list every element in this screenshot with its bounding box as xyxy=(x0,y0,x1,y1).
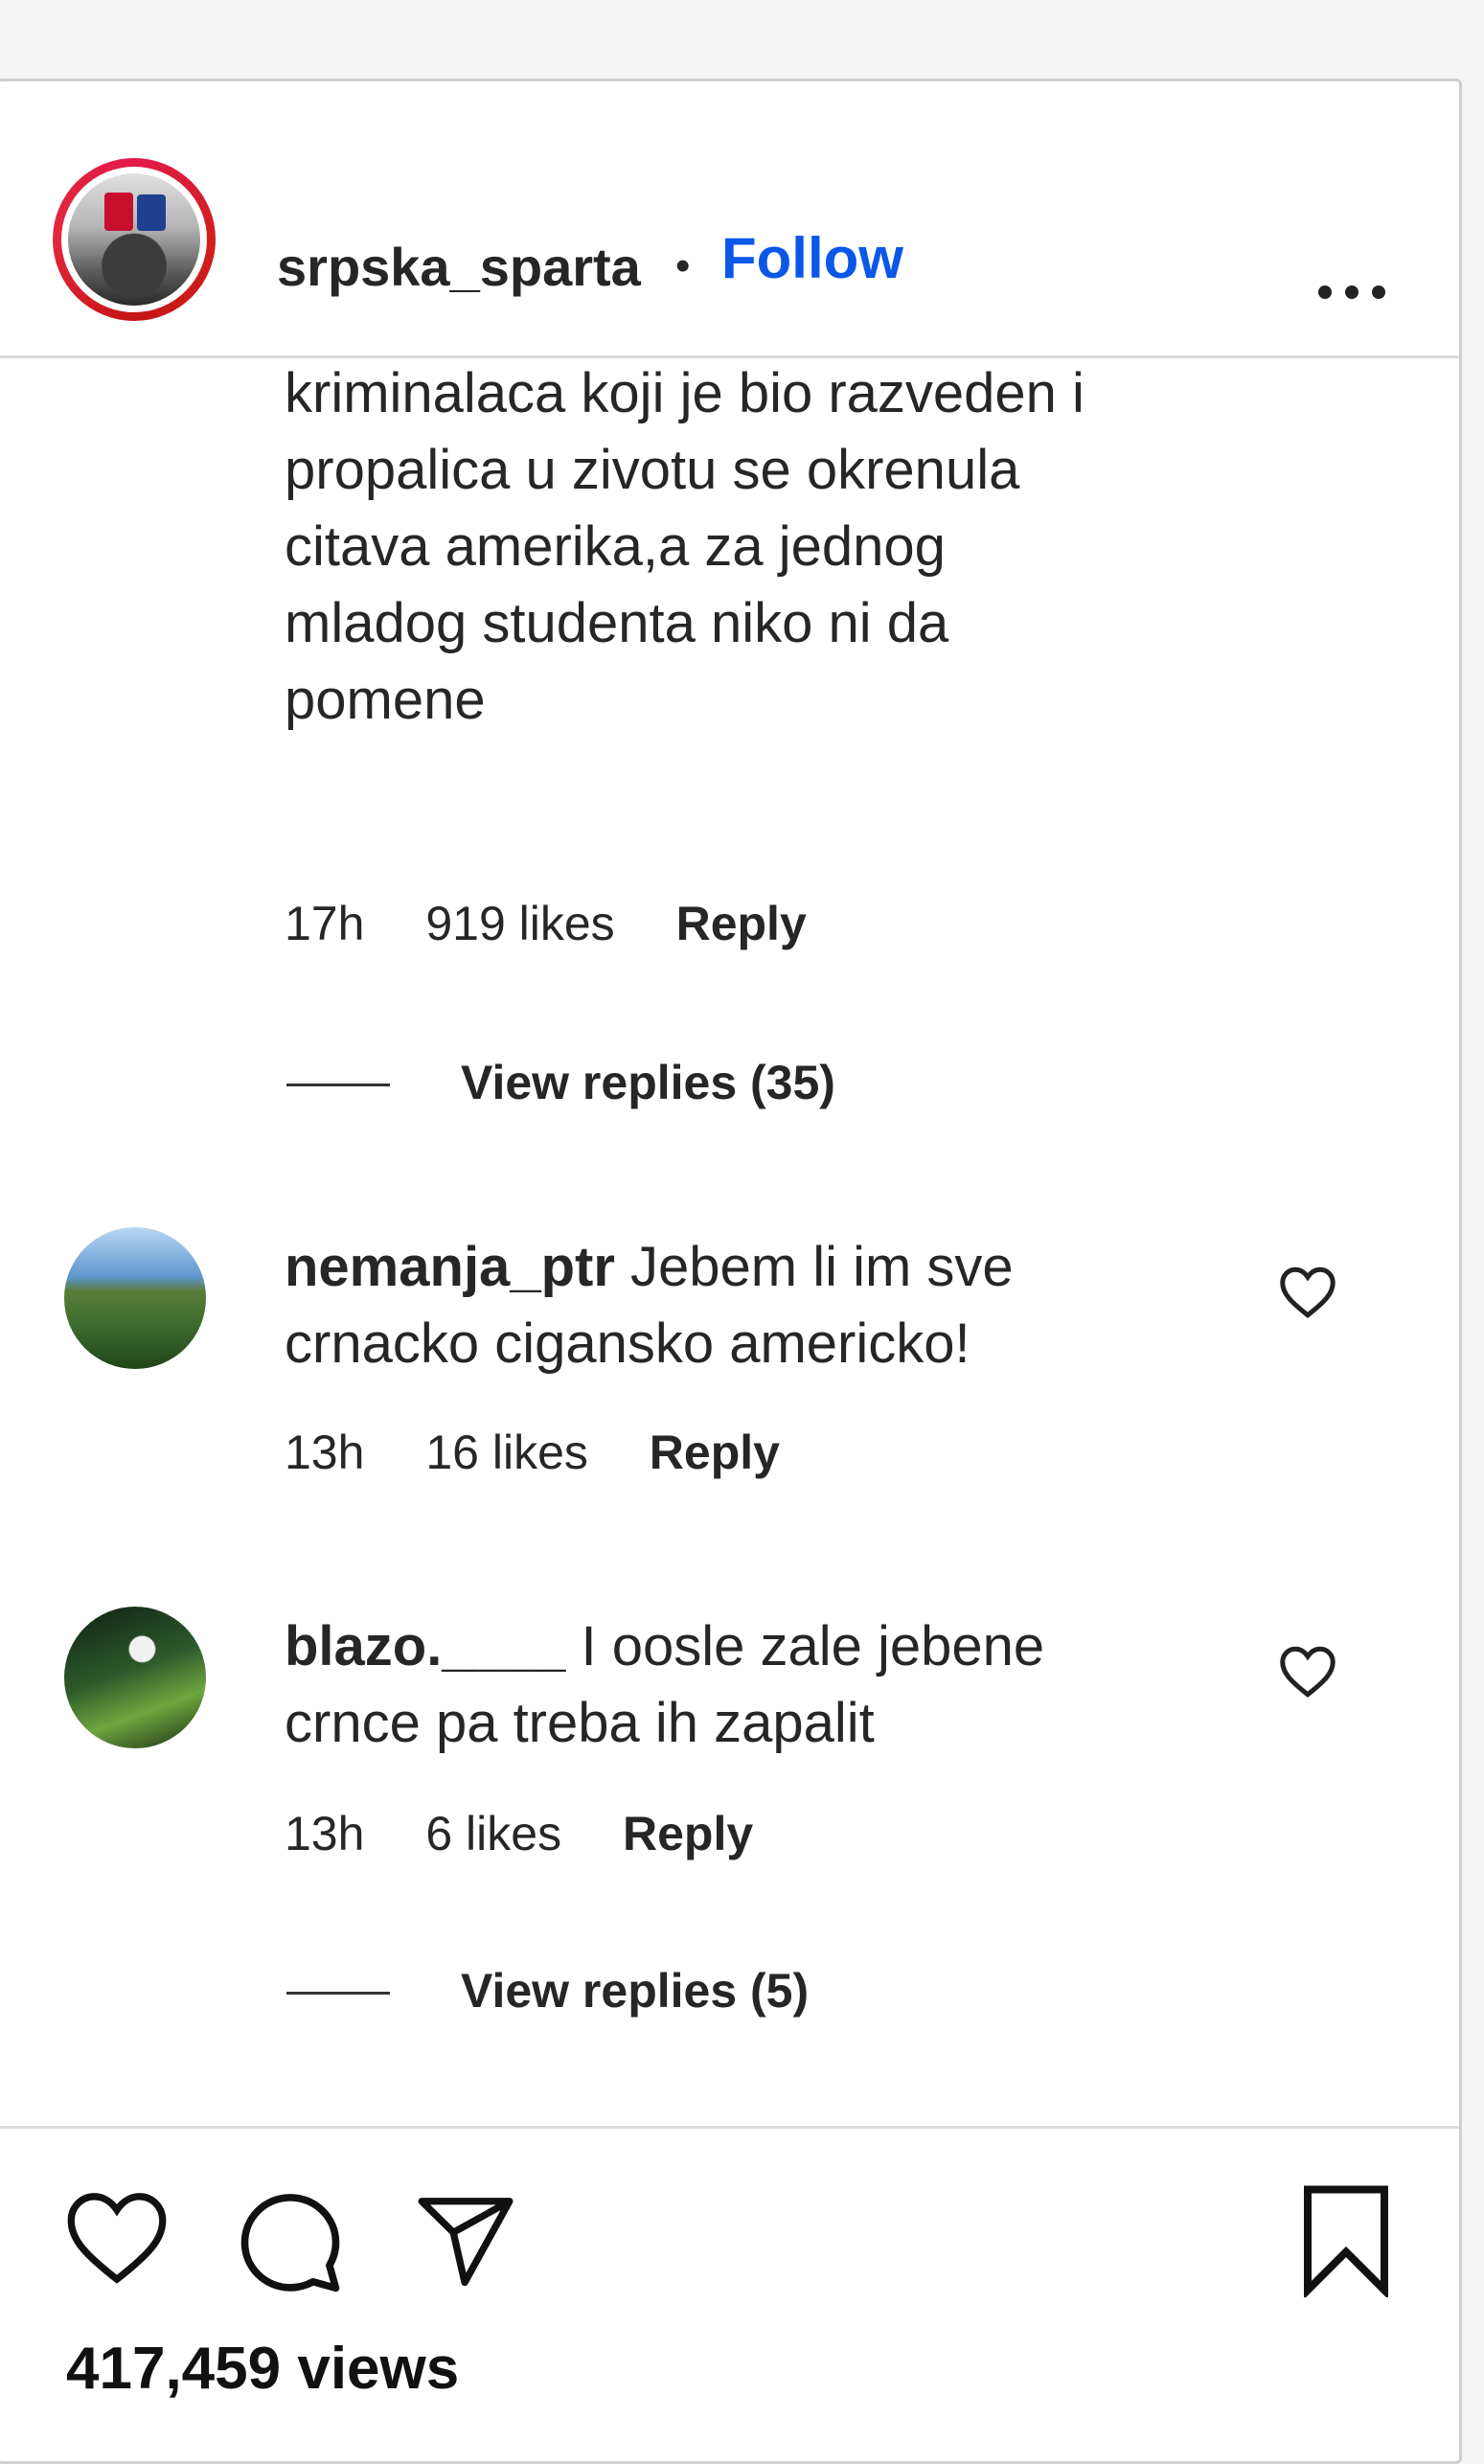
bookmark-icon[interactable] xyxy=(1296,2182,1396,2302)
comment-line: propalica u zivotu se okrenula xyxy=(285,439,1020,501)
view-replies-button[interactable]: View replies (5) xyxy=(461,1963,809,2019)
comment-line: pomene xyxy=(285,669,486,731)
comment-time: 13h xyxy=(285,1426,365,1479)
comment-text: nemanja_ptr Jebem li im sve crnacko ciga… xyxy=(285,1229,1014,1382)
post-actions: 417,459 views 17 HOURS AGO xyxy=(0,2126,1459,2461)
reply-button[interactable]: Reply xyxy=(623,1807,753,1860)
comment-line: I oosle zale jebene xyxy=(581,1615,1045,1677)
comment-line: kriminalaca koji je bio razveden i xyxy=(285,362,1084,424)
commenter-username[interactable]: blazo.____ xyxy=(285,1615,565,1677)
comment-likes[interactable]: 919 likes xyxy=(425,897,614,950)
comment-time: 13h xyxy=(285,1807,365,1860)
post-author-avatar[interactable] xyxy=(53,158,216,321)
follow-button[interactable]: Follow xyxy=(721,230,903,287)
separator-dot: • xyxy=(675,242,691,289)
post-card: srpska_sparta • Follow kriminalaca koji … xyxy=(0,79,1462,2464)
comment-line: citava amerika,a za jednog xyxy=(285,515,946,578)
replies-divider xyxy=(286,1084,390,1086)
post-header: srpska_sparta • Follow xyxy=(0,81,1459,358)
commenter-avatar[interactable] xyxy=(64,1227,206,1369)
comment-time: 17h xyxy=(285,897,365,950)
like-comment-heart-icon[interactable] xyxy=(1279,1266,1336,1319)
comment-line: crnce pa treba ih zapalit xyxy=(285,1692,875,1754)
heart-icon[interactable] xyxy=(62,2190,171,2291)
comment-meta: 13h 6 likes Reply xyxy=(285,1806,801,1861)
view-replies-button[interactable]: View replies (35) xyxy=(461,1055,835,1110)
comment-likes[interactable]: 6 likes xyxy=(425,1807,561,1860)
views-count: 417,459 views xyxy=(66,2336,460,2402)
replies-divider xyxy=(286,1992,390,1995)
comment-line: mladog studenta niko ni da xyxy=(285,592,949,654)
comment-line: crnacko ciganskо americko! xyxy=(285,1312,970,1375)
commenter-username[interactable]: nemanja_ptr xyxy=(285,1236,615,1298)
more-options-icon[interactable] xyxy=(1313,279,1390,302)
post-author-username[interactable]: srpska_sparta xyxy=(277,240,641,294)
post-time: 17 HOURS AGO xyxy=(66,2453,406,2461)
comment-meta: 13h 16 likes Reply xyxy=(285,1425,828,1480)
like-comment-heart-icon[interactable] xyxy=(1279,1645,1336,1699)
comment-text: blazo.____ I oosle zale jebene crnce pa … xyxy=(285,1608,1044,1762)
comment-text: kriminalaca koji je bio razveden i propa… xyxy=(285,355,1084,739)
reply-button[interactable]: Reply xyxy=(676,897,807,950)
comments-list: kriminalaca koji je bio razveden i propa… xyxy=(0,355,1459,2061)
reply-button[interactable]: Reply xyxy=(650,1426,780,1479)
paper-plane-icon[interactable] xyxy=(411,2188,520,2298)
comment-meta: 17h 919 likes Reply xyxy=(285,896,855,951)
comment-line: Jebem li im sve xyxy=(630,1236,1014,1298)
comment-bubble-icon[interactable] xyxy=(235,2186,346,2300)
comment-likes[interactable]: 16 likes xyxy=(425,1426,588,1479)
commenter-avatar[interactable] xyxy=(64,1607,206,1748)
